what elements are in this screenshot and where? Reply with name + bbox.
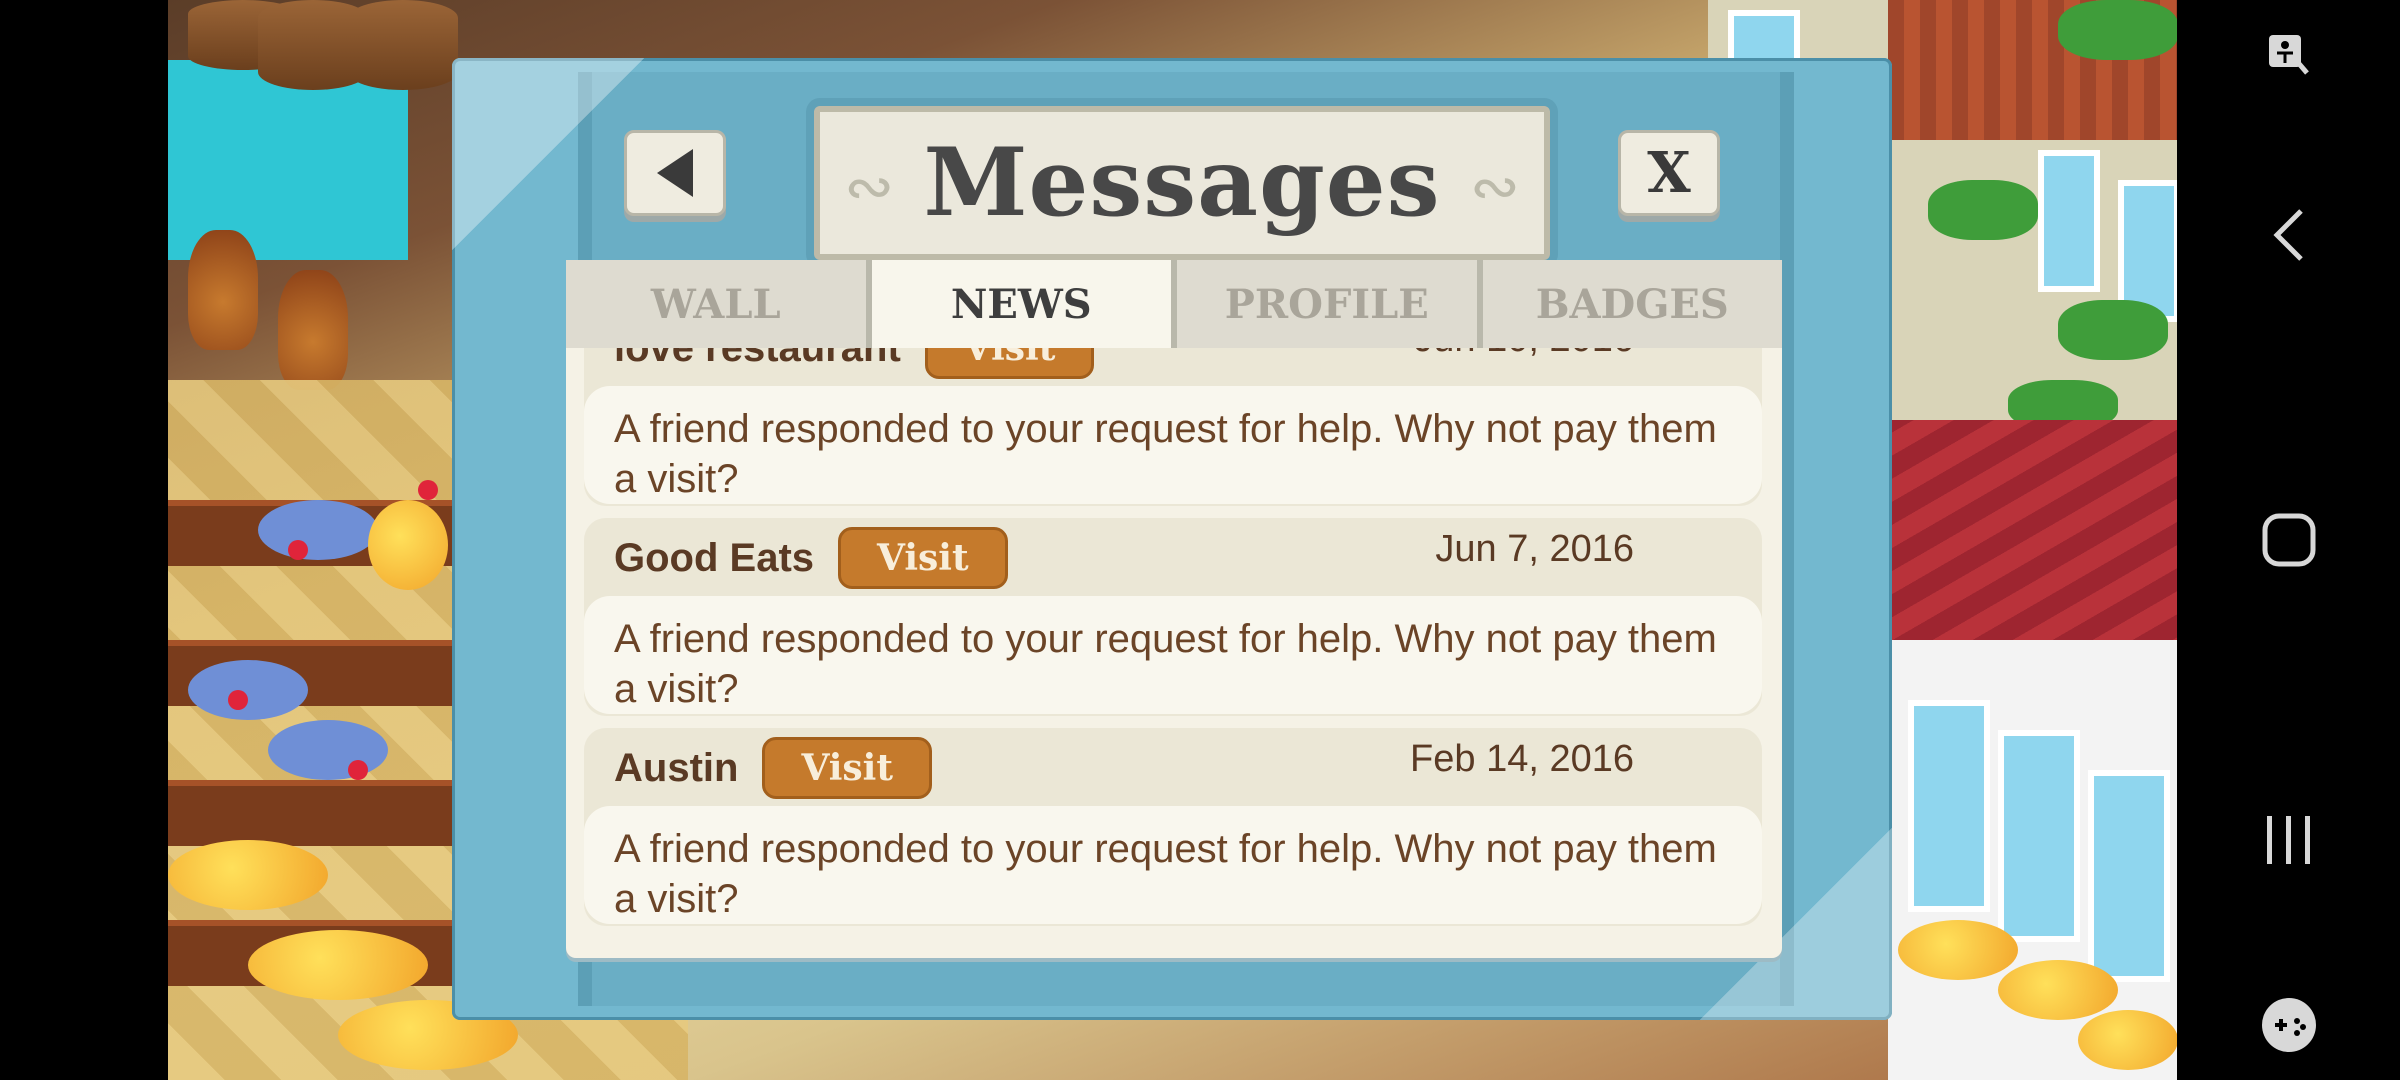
food-dish[interactable] <box>248 930 428 1000</box>
message-item: Good Eats Visit Jun 7, 2016 A friend res… <box>584 518 1762 716</box>
message-body: A friend responded to your request for h… <box>584 386 1762 504</box>
food-plate[interactable] <box>258 500 378 560</box>
home-icon <box>2262 513 2315 567</box>
message-item: Austin Visit Feb 14, 2016 A friend respo… <box>584 728 1762 926</box>
food-dish[interactable] <box>1898 920 2018 980</box>
message-date: Feb 14, 2016 <box>1410 738 1634 780</box>
messages-dialog: ∾ Messages ∾ X WALL NEWS PROFILE BADGES … <box>452 58 1892 1020</box>
message-body: A friend responded to your request for h… <box>584 806 1762 924</box>
close-button[interactable]: X <box>1618 130 1720 216</box>
strawberry <box>288 540 308 560</box>
game-tools-button[interactable] <box>2177 990 2400 1060</box>
red-tile-floor <box>1888 420 2177 660</box>
right-swirl-icon: ∾ <box>1469 152 1520 222</box>
back-nav-button[interactable] <box>2177 200 2400 270</box>
recents-icon <box>2266 816 2310 864</box>
message-sender: Austin <box>614 745 739 790</box>
food-dish[interactable] <box>168 840 328 910</box>
strawberry <box>418 480 438 500</box>
message-sender: Good Eats <box>614 535 815 580</box>
tab-bar: WALL NEWS PROFILE BADGES <box>566 260 1782 348</box>
message-sender: love restaurant <box>614 348 901 371</box>
message-list[interactable]: love restaurant Visit Jun 10, 2016 A fri… <box>584 348 1762 938</box>
accessibility-icon <box>2268 35 2309 75</box>
tab-profile[interactable]: PROFILE <box>1177 260 1483 348</box>
window <box>1998 730 2080 942</box>
pool <box>168 60 408 260</box>
flower-planter[interactable] <box>1928 180 2038 240</box>
buffet-table[interactable] <box>168 780 468 846</box>
game-tools-icon <box>2261 998 2316 1052</box>
message-list-panel[interactable]: love restaurant Visit Jun 10, 2016 A fri… <box>566 348 1782 958</box>
window <box>1908 700 1990 912</box>
back-icon <box>2272 209 2303 261</box>
close-icon: X <box>1647 140 1691 206</box>
home-nav-button[interactable] <box>2177 500 2400 580</box>
back-arrow-icon <box>657 149 693 197</box>
left-swirl-icon: ∾ <box>844 152 895 222</box>
back-button[interactable] <box>624 130 726 216</box>
system-navigation-bar <box>2177 0 2400 1080</box>
visit-button[interactable]: Visit <box>762 737 932 799</box>
flower-planter[interactable] <box>2058 0 2177 60</box>
strawberry <box>348 760 368 780</box>
tab-wall[interactable]: WALL <box>566 260 872 348</box>
tab-badges[interactable]: BADGES <box>1482 260 1782 348</box>
flower-planter[interactable] <box>2058 300 2168 360</box>
window <box>2038 150 2100 292</box>
barrel <box>348 0 458 90</box>
turkey-decoration[interactable] <box>278 270 348 390</box>
visit-button[interactable]: Visit <box>838 527 1008 589</box>
dialog-title: Messages <box>923 128 1441 238</box>
pancake-stack[interactable] <box>368 500 448 590</box>
food-dish[interactable] <box>1998 960 2118 1020</box>
message-body: A friend responded to your request for h… <box>584 596 1762 714</box>
food-plate[interactable] <box>188 660 308 720</box>
title-plate: ∾ Messages ∾ <box>814 106 1550 260</box>
message-date: Jun 10, 2016 <box>1414 348 1634 361</box>
tab-news[interactable]: NEWS <box>871 260 1177 348</box>
window <box>2088 770 2170 982</box>
visit-button[interactable]: Visit <box>924 348 1095 379</box>
food-dish[interactable] <box>2078 1010 2177 1070</box>
accessibility-button[interactable] <box>2177 20 2400 90</box>
strawberry <box>228 690 248 710</box>
message-date: Jun 7, 2016 <box>1435 528 1634 570</box>
turkey-decoration[interactable] <box>188 230 258 350</box>
recents-nav-button[interactable] <box>2177 800 2400 880</box>
message-item: love restaurant Visit Jun 10, 2016 A fri… <box>584 348 1762 506</box>
food-plate[interactable] <box>268 720 388 780</box>
